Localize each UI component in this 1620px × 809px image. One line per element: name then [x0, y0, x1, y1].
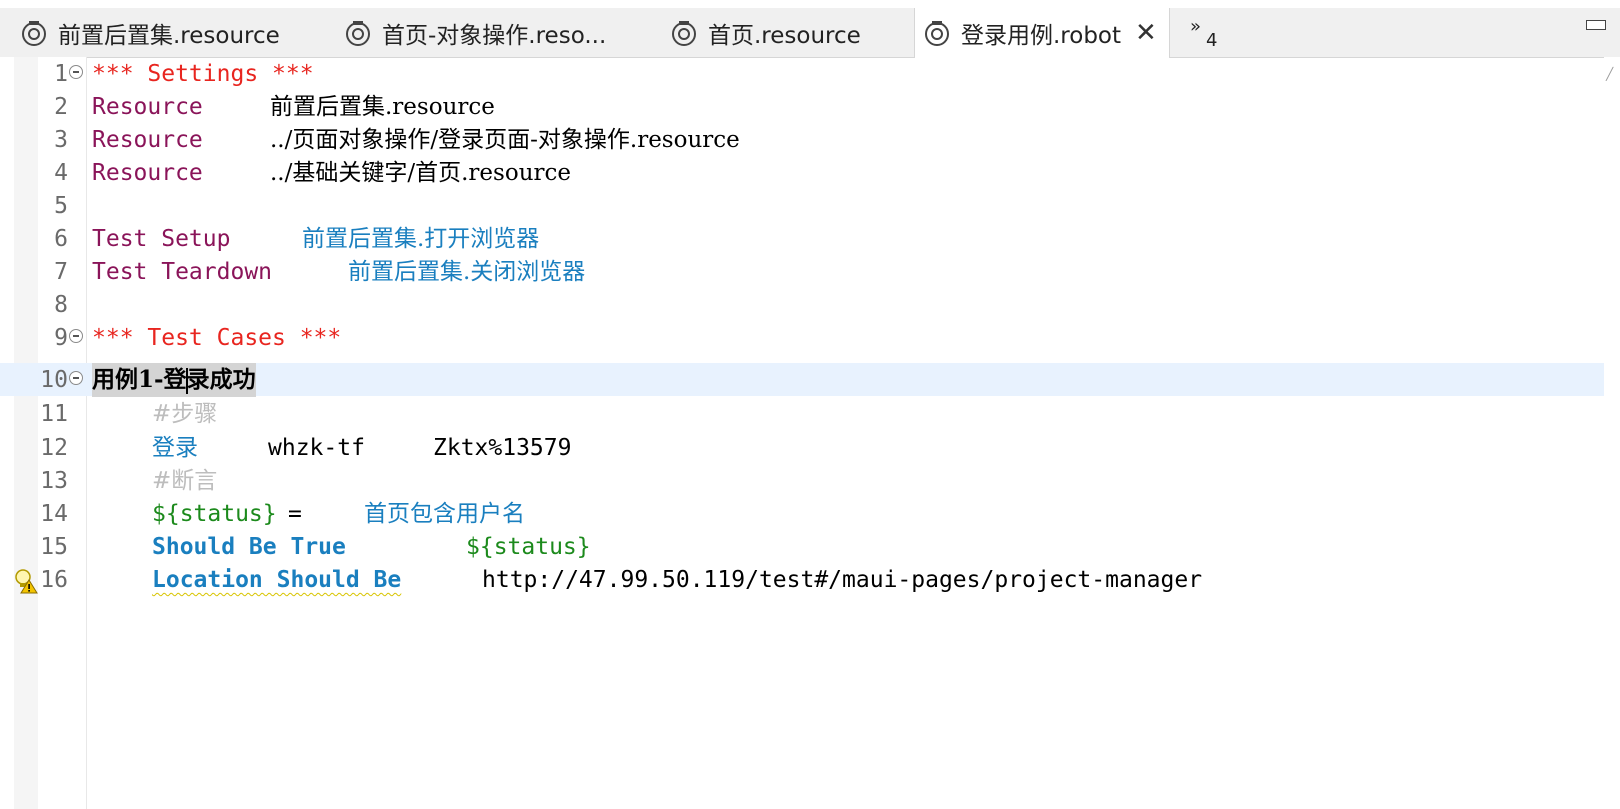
fold-toggle-icon[interactable]	[69, 371, 83, 385]
close-icon[interactable]: ✕	[1135, 20, 1157, 46]
line-number: 8	[54, 292, 68, 318]
keyword-call: Should Be True	[152, 534, 346, 560]
vertical-scrollbar[interactable]: ╱	[1604, 57, 1620, 809]
setting-name: Resource	[92, 94, 203, 120]
test-case-name: 用例1-登录成功	[92, 363, 256, 397]
line-number: 7	[54, 259, 68, 285]
setting-value: 前置后置集.resource	[270, 94, 495, 120]
setting-value: ../基础关键字/首页.resource	[270, 160, 571, 186]
minimize-button[interactable]	[1586, 20, 1606, 30]
code-line[interactable]: 4 Resource ../基础关键字/首页.resource	[0, 156, 1604, 190]
keyword-call: 前置后置集.打开浏览器	[302, 226, 540, 252]
setting-name: Resource	[92, 127, 203, 153]
line-number: 6	[54, 226, 68, 252]
code-line[interactable]: 9 *** Test Cases ***	[0, 321, 1604, 355]
fold-toggle-icon[interactable]	[69, 329, 83, 343]
fold-toggle-icon[interactable]	[69, 65, 83, 79]
robot-file-icon	[22, 20, 46, 46]
variable: ${status}	[152, 501, 277, 527]
editor-tab-bar: 前置后置集.resource 首页-对象操作.reso... 首页.resour…	[0, 8, 1620, 58]
code-line[interactable]: 2 Resource 前置后置集.resource	[0, 90, 1604, 124]
code-line[interactable]: 7 Test Teardown 前置后置集.关闭浏览器	[0, 255, 1604, 289]
line-number: 10	[40, 367, 68, 393]
settings-section-header: *** Settings ***	[92, 61, 314, 87]
setting-name: Test Teardown	[92, 259, 273, 285]
code-line-current[interactable]: 10 用例1-登录成功	[0, 363, 1604, 397]
code-line[interactable]: 5	[0, 189, 1604, 223]
test-case-name-part: 录成功	[186, 366, 256, 393]
line-number: 13	[40, 468, 68, 494]
code-line[interactable]: 14 ${status} = 首页包含用户名	[0, 497, 1604, 531]
code-line[interactable]: 11 #步骤	[0, 397, 1604, 431]
setting-name: Resource	[92, 160, 203, 186]
code-line[interactable]: 15 Should Be True ${status}	[0, 530, 1604, 564]
robot-file-icon	[925, 21, 949, 46]
keyword-call: 首页包含用户名	[364, 501, 525, 527]
line-number: 11	[40, 401, 68, 427]
comment: #步骤	[152, 401, 218, 427]
line-number: 9	[54, 325, 68, 351]
argument: http://47.99.50.119/test#/maui-pages/pro…	[482, 567, 1203, 593]
code-line[interactable]: 6 Test Setup 前置后置集.打开浏览器	[0, 222, 1604, 256]
code-line[interactable]: 3 Resource ../页面对象操作/登录页面-对象操作.resource	[0, 123, 1604, 157]
tab-label: 前置后置集.resource	[58, 22, 280, 49]
comment: #断言	[152, 468, 218, 494]
argument: whzk-tf	[268, 435, 365, 461]
code-line[interactable]: 13 #断言	[0, 464, 1604, 498]
chevron-double-right-icon: »	[1190, 16, 1201, 37]
scroll-arrow-icon: ╱	[1606, 67, 1614, 81]
line-number: 4	[54, 160, 68, 186]
line-number: 2	[54, 94, 68, 120]
line-number: 12	[40, 435, 68, 461]
setting-name: Test Setup	[92, 226, 231, 252]
keyword-call: Location Should Be	[152, 567, 402, 593]
code-line[interactable]: 1 *** Settings ***	[0, 57, 1604, 91]
assign-operator: =	[288, 501, 302, 527]
line-number: 3	[54, 127, 68, 153]
code-line[interactable]: 16 Location Should Be http://47.99.50.11…	[0, 563, 1604, 597]
keyword-call: 前置后置集.关闭浏览器	[348, 259, 586, 285]
line-number: 14	[40, 501, 68, 527]
tab-label: 首页.resource	[708, 22, 861, 49]
code-line[interactable]: 12 登录 whzk-tf Zktx%13579	[0, 431, 1604, 465]
robot-file-icon	[346, 20, 370, 46]
tab-前置后置集-resource[interactable]: 前置后置集.resource	[20, 8, 280, 57]
tab-首页-对象操作[interactable]: 首页-对象操作.reso...	[344, 8, 606, 57]
tab-登录用例-robot[interactable]: 登录用例.robot ✕	[914, 8, 1170, 58]
warning-lightbulb-icon[interactable]	[14, 568, 38, 594]
test-cases-section-header: *** Test Cases ***	[92, 325, 342, 351]
tab-label: 登录用例.robot	[961, 23, 1122, 49]
setting-value: ../页面对象操作/登录页面-对象操作.resource	[270, 127, 740, 153]
robot-file-icon	[672, 20, 696, 46]
tab-首页-resource[interactable]: 首页.resource	[670, 8, 861, 57]
line-number: 16	[40, 567, 68, 593]
line-number: 5	[54, 193, 68, 219]
tab-label: 首页-对象操作.reso...	[382, 22, 607, 49]
hidden-tab-count: 4	[1206, 30, 1218, 51]
variable: ${status}	[466, 534, 591, 560]
code-line[interactable]: 8	[0, 288, 1604, 322]
test-case-name-part: 用例1-登	[92, 366, 187, 393]
keyword-call: 登录	[152, 435, 198, 461]
line-number: 15	[40, 534, 68, 560]
line-number: 1	[54, 61, 68, 87]
argument: Zktx%13579	[433, 435, 572, 461]
